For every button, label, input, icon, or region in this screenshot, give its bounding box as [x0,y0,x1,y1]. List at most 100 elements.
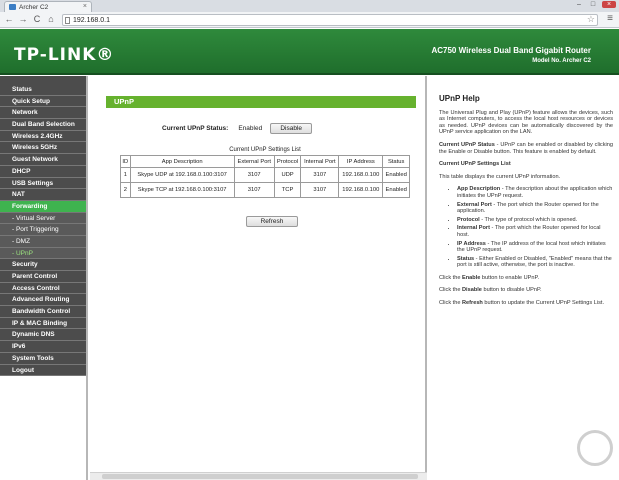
router-header: TP-LINK® AC750 Wireless Dual Band Gigabi… [0,29,619,75]
help-bullet-item: IP Address - The IP address of the local… [457,241,613,254]
help-refresh-line: Click the Refresh button to update the C… [439,300,605,307]
sidebar-list: Status Quick Setup Network Dual Band Select… [0,84,86,377]
sidebar-item-access-control[interactable]: Access Control [0,282,86,295]
help-bullet-item: Protocol - The type of protocol which is… [457,217,613,224]
disable-button[interactable]: Disable [270,123,313,134]
sidebar-item-network[interactable]: Network [0,107,86,120]
browser-menu-icon[interactable]: ≡ [607,13,613,24]
help-bullet-item: App Description - The description about … [457,186,613,199]
upnp-settings-table: ID App Description External Port Protocol In… [120,155,410,198]
url-input[interactable]: 192.168.0.1 [62,14,598,26]
sidebar-item-dmz[interactable]: - DMZ [0,235,86,248]
help-enable-line: Click the Enable button to enable UPnP. [439,274,540,281]
sidebar-item-wireless-2-4ghz[interactable]: Wireless 2.4GHz [0,130,86,143]
table-cell: 2 [120,182,131,198]
column-header: App Description [129,155,235,168]
help-bullet-item: Internal Port - The port which the Route… [457,225,613,238]
sidebar-item-ip-mac-binding[interactable]: IP & MAC Binding [0,317,86,330]
sidebar-item-quick-setup[interactable]: Quick Setup [0,95,86,108]
reload-icon[interactable]: C [31,14,43,24]
horizontal-scrollbar[interactable] [90,472,427,480]
sidebar-item-bandwidth-control[interactable]: Bandwidth Control [0,306,86,318]
forward-arrow-icon[interactable]: → [17,14,29,24]
watermark-logo [577,430,613,466]
maximize-button[interactable]: □ [588,1,598,8]
table-header-row: ID App Description External Port Protocol In… [120,155,410,168]
model-title: AC750 Wireless Dual Band Gigabit Router [431,46,591,55]
sidebar-item-logout[interactable]: Logout [0,364,86,377]
help-disable-line: Click the Disable button to disable UPnP… [439,287,542,294]
home-icon[interactable]: ⌂ [45,14,57,24]
scrollbar-thumb[interactable] [102,474,418,479]
table-cell: Skype TCP at 192.168.0.100:3107 [129,182,235,198]
sidebar-item-forwarding[interactable]: Forwarding [0,200,86,213]
sidebar-item-ipv6[interactable]: IPv6 [0,341,86,353]
main-panel: UPnP Current UPnP Status: Enabled Disabl… [90,76,427,480]
column-header: Status [382,155,410,168]
help-intro: The Universal Plug and Play (UPnP) featu… [439,109,613,136]
tab-title: Archer C2 [19,3,49,11]
sidebar-item-dual-band-selection[interactable]: Dual Band Selection [0,119,86,131]
column-header: Protocol [273,155,302,168]
bookmark-star-icon[interactable]: ☆ [587,14,595,25]
tab-close-icon[interactable]: × [83,3,87,10]
help-list-intro: This table displays the current UPnP inf… [439,173,561,180]
url-text: 192.168.0.1 [73,17,110,24]
sidebar-item-parent-control[interactable]: Parent Control [0,271,86,283]
sidebar-item-upnp[interactable]: - UPnP [0,247,86,260]
upnp-status-row: Current UPnP Status: Enabled Disable [162,123,313,134]
close-window-button[interactable]: × [602,1,616,8]
tp-link-logo: TP-LINK® [14,45,115,65]
back-arrow-icon[interactable]: ← [3,14,15,24]
sidebar-item-guest-network[interactable]: Guest Network [0,154,86,166]
refresh-button[interactable]: Refresh [246,216,298,227]
table-cell: 192.168.0.100 [338,167,384,183]
column-header: ID [120,155,131,168]
table-row: 1 Skype UDP at 192.168.0.100:3107 3107 UDP 3… [120,167,410,183]
sidebar-item-wireless-5ghz[interactable]: Wireless 5GHz [0,142,86,155]
table-cell: UDP [273,167,302,183]
table-cell: 3107 [233,167,275,183]
table-cell: 3107 [300,182,340,198]
table-cell: 192.168.0.100 [338,182,384,198]
table-cell: 1 [120,167,131,183]
column-header: External Port [233,155,275,168]
help-bullet-item: External Port - The port which the Route… [457,202,613,215]
browser-tab-strip: Archer C2 × – □ × [0,0,619,12]
sidebar-menu: Status Quick Setup Network Dual Band Select… [0,76,88,480]
status-value: Enabled [238,125,263,132]
tab-favicon-icon [9,4,16,10]
sidebar-item-advanced-routing[interactable]: Advanced Routing [0,294,86,307]
table-cell: Skype UDP at 192.168.0.100:3107 [129,167,235,183]
column-header: Internal Port [300,155,340,168]
model-number: Model No. Archer C2 [532,58,591,64]
table-title: Current UPnP Settings List [229,147,301,153]
sidebar-item-status[interactable]: Status [0,84,86,96]
help-bullet-item: Status - Either Enabled or Disabled, "En… [457,256,613,269]
table-body: 1 Skype UDP at 192.168.0.100:3107 3107 UDP 3… [120,167,410,198]
help-list-heading: Current UPnP Settings List [439,161,511,168]
column-header: IP Address [338,155,384,168]
help-panel: UPnP Help The Universal Plug and Play (U… [429,76,619,480]
window-controls: – □ × [574,1,616,8]
address-bar-row: ← → C ⌂ 192.168.0.1 ☆ ≡ [0,12,619,28]
sidebar-spacer [0,76,86,84]
browser-tab[interactable]: Archer C2 × [4,1,92,12]
sidebar-item-security[interactable]: Security [0,259,86,271]
minimize-button[interactable]: – [574,1,584,8]
sidebar-item-dhcp[interactable]: DHCP [0,165,86,178]
sidebar-item-port-triggering[interactable]: - Port Triggering [0,224,86,236]
sidebar-item-nat[interactable]: NAT [0,189,86,201]
table-cell: Enabled [382,167,410,183]
table-cell: 3107 [300,167,340,183]
sidebar-item-usb-settings[interactable]: USB Settings [0,177,86,190]
page-icon [65,17,70,24]
sidebar-item-virtual-server[interactable]: - Virtual Server [0,212,86,225]
section-title: UPnP [106,96,416,108]
sidebar-item-dynamic-dns[interactable]: Dynamic DNS [0,329,86,342]
help-status-term: Current UPnP Status [439,141,495,148]
sidebar-item-system-tools[interactable]: System Tools [0,352,86,365]
table-cell: TCP [273,182,302,198]
help-title: UPnP Help [439,94,480,103]
table-row: 2 Skype TCP at 192.168.0.100:3107 3107 TCP 3… [120,182,410,198]
